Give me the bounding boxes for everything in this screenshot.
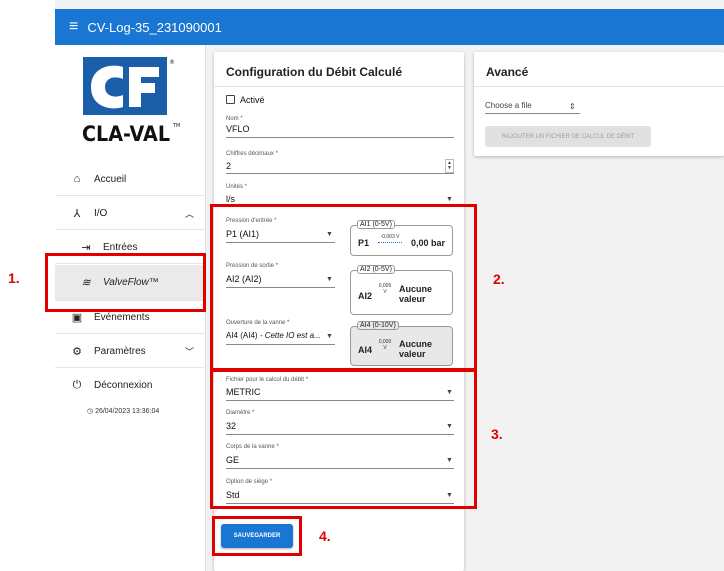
logo-text: CLA-VAL <box>83 122 170 146</box>
highlight-box-2 <box>210 204 477 372</box>
sidebar-item-label: Accueil <box>94 173 127 185</box>
app-bar: ≡ CV-Log-35_231090001 <box>55 9 724 45</box>
timestamp: ◷ 26/04/2023 13:36:04 <box>87 407 159 415</box>
file-selector-icon[interactable]: ⇕ <box>569 102 576 111</box>
hamburger-menu-icon[interactable]: ≡ <box>69 18 78 36</box>
callout-3: 3. <box>491 426 503 442</box>
sidebar-item-deconnexion[interactable]: ⏻ Déconnexion <box>55 369 206 402</box>
choose-file-underline <box>485 113 580 114</box>
sidebar-item-label: Paramètres <box>94 345 146 357</box>
trademark-mark: TM <box>172 123 180 129</box>
settings-icon: ⚙ <box>72 345 82 358</box>
sidebar-item-parametres[interactable]: ⚙ Paramètres ﹀ <box>55 335 206 368</box>
divider <box>474 86 724 87</box>
decimals-underline <box>226 173 454 174</box>
decimals-label: Chiffres décimaux * <box>226 151 278 157</box>
active-label: Activé <box>240 95 265 105</box>
decimals-field[interactable]: 2 <box>226 161 231 171</box>
page-title: Configuration du Débit Calculé <box>226 65 402 79</box>
chevron-down-icon: ﹀ <box>184 346 194 357</box>
home-icon: ⌂ <box>73 173 81 185</box>
input-arrow-icon: ⇥ <box>81 241 91 254</box>
choose-file-input[interactable]: Choose a file <box>485 101 532 110</box>
name-field[interactable]: VFLO <box>226 124 250 134</box>
units-dropdown-icon: ▼ <box>446 196 453 203</box>
power-icon: ⏻ <box>72 379 82 391</box>
registered-mark: ® <box>169 59 175 66</box>
app-title: CV-Log-35_231090001 <box>87 19 222 35</box>
add-calc-file-button[interactable]: RAJOUTER UN FICHIER DE CALCUL DE DÉBIT <box>485 126 651 147</box>
highlight-box-4 <box>212 516 302 556</box>
highlight-box-1 <box>45 253 206 312</box>
timestamp-text: 26/04/2023 13:36:04 <box>95 408 160 415</box>
callout-2: 2. <box>493 271 505 287</box>
decimals-stepper[interactable]: ▲ ▼ <box>445 159 454 173</box>
sidebar-item-label: I/O <box>94 207 108 219</box>
sidebar-item-label: Entrées <box>103 241 138 253</box>
name-label: Nom * <box>226 116 243 122</box>
callout-1: 1. <box>8 270 20 286</box>
event-icon: ▣ <box>71 311 83 324</box>
sidebar-item-accueil[interactable]: ⌂ Accueil <box>55 163 206 196</box>
highlight-box-3 <box>210 368 477 509</box>
active-checkbox[interactable] <box>226 95 235 104</box>
sidebar-item-io[interactable]: ⅄ I/O ︿ <box>55 197 206 230</box>
chevron-up-icon: ︿ <box>184 208 194 219</box>
sidebar-item-label: Déconnexion <box>94 380 153 391</box>
cla-val-logo: ® CLA-VAL TM <box>83 57 180 146</box>
name-underline <box>226 137 454 138</box>
clock-icon: ◷ <box>87 408 96 415</box>
sidebar-item-label: Événements <box>94 311 150 323</box>
io-icon: ⅄ <box>73 207 81 220</box>
units-select[interactable]: l/s <box>226 194 235 204</box>
units-label: Unités * <box>226 184 248 190</box>
callout-4: 4. <box>319 528 331 544</box>
divider <box>214 86 464 87</box>
advanced-title: Avancé <box>486 65 529 79</box>
